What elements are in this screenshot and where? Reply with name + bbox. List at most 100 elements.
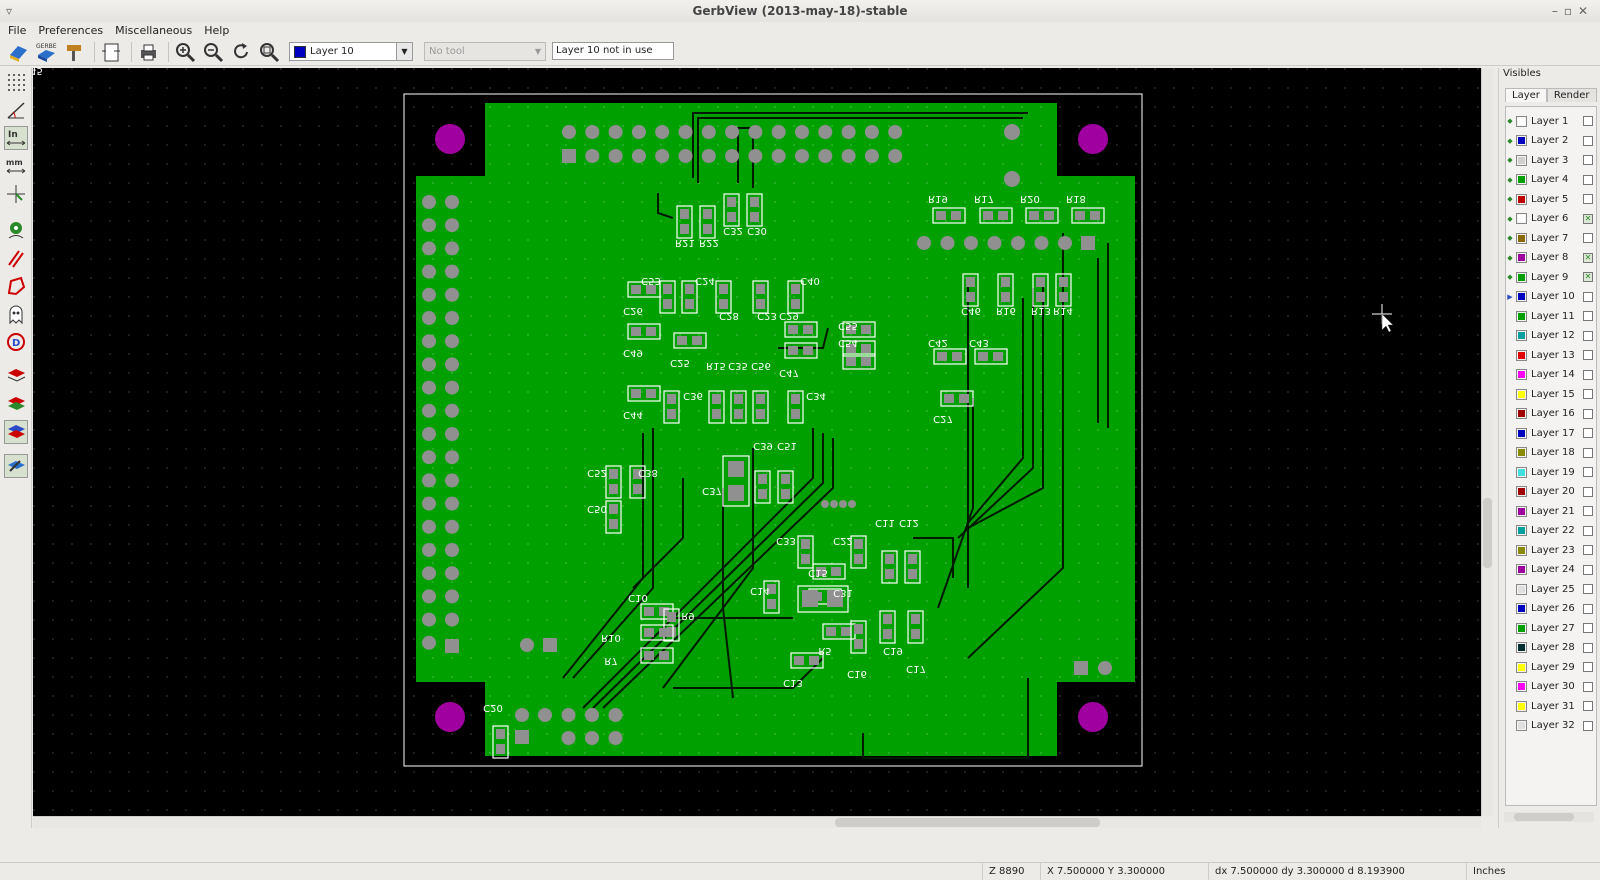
show-flashed-icon[interactable] — [4, 218, 28, 242]
layer-visibility-checkbox[interactable] — [1583, 135, 1593, 146]
layer-color-button[interactable] — [1516, 427, 1527, 439]
zoom-out-icon[interactable] — [201, 40, 225, 64]
layer-color-button[interactable] — [1516, 388, 1527, 400]
layer-visibility-checkbox[interactable] — [1583, 330, 1593, 341]
layer-color-button[interactable] — [1516, 271, 1527, 283]
layers-manager-icon[interactable] — [4, 454, 28, 478]
layer-color-button[interactable] — [1516, 544, 1527, 556]
layer-visibility-checkbox[interactable] — [1583, 174, 1593, 185]
layer-visibility-checkbox[interactable] — [1583, 233, 1593, 243]
scrollbar-thumb[interactable] — [1514, 813, 1574, 821]
cursor-shape-icon[interactable] — [4, 182, 28, 206]
layer-row[interactable]: Layer 21 — [1506, 501, 1598, 521]
redraw-icon[interactable] — [229, 40, 253, 64]
menu-help[interactable]: Help — [204, 24, 229, 37]
layer-visibility-checkbox[interactable] — [1583, 350, 1593, 360]
layer-visibility-checkbox[interactable] — [1583, 584, 1593, 594]
panel-horizontal-scrollbar[interactable] — [1504, 812, 1594, 822]
drawing-canvas[interactable]: R19 R17 R20 R18 R21 R22 C32 C30 C53 C24 C28 C40 C23 C… — [33, 68, 1481, 816]
window-controls[interactable]: –▫✕ — [1552, 0, 1594, 22]
polar-coords-icon[interactable] — [4, 98, 28, 122]
layer-visibility-checkbox[interactable] — [1583, 467, 1593, 477]
layer-mode-1-icon[interactable] — [4, 364, 28, 388]
layer-color-button[interactable] — [1516, 447, 1527, 458]
layer-color-button[interactable] — [1516, 486, 1527, 497]
layer-row[interactable]: Layer 13 — [1506, 345, 1598, 365]
zoom-fit-icon[interactable] — [257, 40, 281, 64]
layer-visibility-checkbox[interactable] — [1583, 623, 1593, 633]
menu-miscellaneous[interactable]: Miscellaneous — [115, 24, 192, 37]
layer-row[interactable]: ◆ Layer 1 — [1506, 111, 1598, 131]
layer-color-button[interactable] — [1516, 369, 1527, 380]
layer-visibility-checkbox[interactable] — [1583, 447, 1593, 458]
layer-row[interactable]: Layer 23 — [1506, 540, 1598, 560]
show-polygons-icon[interactable] — [4, 274, 28, 298]
layer-row[interactable]: Layer 31 — [1506, 696, 1598, 716]
layer-visibility-checkbox[interactable]: ✕ — [1583, 252, 1593, 263]
layer-color-button[interactable] — [1516, 349, 1527, 361]
zoom-in-icon[interactable] — [173, 40, 197, 64]
layer-row[interactable]: Layer 15 — [1506, 384, 1598, 404]
layer-color-button[interactable] — [1516, 466, 1527, 478]
canvas-vertical-scrollbar[interactable] — [1481, 68, 1493, 816]
layer-visibility-checkbox[interactable]: ✕ — [1583, 213, 1593, 224]
layer-color-button[interactable] — [1516, 252, 1527, 263]
units-inch-icon[interactable]: In — [4, 126, 28, 150]
menu-file[interactable]: File — [8, 24, 26, 37]
layer-visibility-checkbox[interactable] — [1583, 720, 1593, 731]
layer-visibility-checkbox[interactable] — [1583, 291, 1593, 302]
layer-visibility-checkbox[interactable] — [1583, 194, 1593, 204]
layer-color-button[interactable] — [1516, 700, 1527, 712]
layer-color-button[interactable] — [1516, 232, 1527, 244]
scrollbar-thumb[interactable] — [1483, 498, 1492, 568]
layer-visibility-checkbox[interactable] — [1583, 428, 1593, 438]
erase-all-icon[interactable] — [6, 40, 30, 64]
layer-row[interactable]: Layer 26 — [1506, 599, 1598, 619]
layer-row[interactable]: Layer 18 — [1506, 443, 1598, 463]
chevron-down-icon[interactable]: ▼ — [396, 43, 412, 60]
layer-visibility-checkbox[interactable] — [1583, 564, 1593, 575]
layer-visibility-checkbox[interactable] — [1583, 662, 1593, 672]
layer-row[interactable]: ◆ Layer 6 ✕ — [1506, 209, 1598, 229]
layer-row[interactable]: Layer 11 — [1506, 306, 1598, 326]
layer-visibility-checkbox[interactable] — [1583, 155, 1593, 165]
layer-color-button[interactable] — [1516, 642, 1527, 653]
layer-color-button[interactable] — [1516, 720, 1527, 731]
layer-visibility-checkbox[interactable] — [1583, 486, 1593, 497]
layer-color-button[interactable] — [1516, 174, 1527, 185]
layer-row[interactable]: Layer 19 — [1506, 462, 1598, 482]
layer-row[interactable]: Layer 12 — [1506, 326, 1598, 346]
layer-visibility-checkbox[interactable] — [1583, 408, 1593, 419]
menu-preferences[interactable]: Preferences — [38, 24, 103, 37]
layer-row[interactable]: Layer 32 — [1506, 716, 1598, 736]
page-settings-icon[interactable] — [99, 40, 123, 64]
layer-visibility-checkbox[interactable] — [1583, 506, 1593, 516]
layer-color-button[interactable] — [1516, 135, 1527, 146]
layer-row[interactable]: Layer 14 — [1506, 365, 1598, 385]
layer-mode-2-icon[interactable] — [4, 392, 28, 416]
layer-row[interactable]: Layer 17 — [1506, 423, 1598, 443]
layer-row[interactable]: ◆ Layer 4 — [1506, 170, 1598, 190]
layer-row[interactable]: Layer 22 — [1506, 521, 1598, 541]
layer-visibility-checkbox[interactable] — [1583, 603, 1593, 614]
layer-row[interactable]: Layer 20 — [1506, 482, 1598, 502]
layer-color-button[interactable] — [1516, 661, 1527, 673]
tab-layer[interactable]: Layer — [1505, 88, 1547, 102]
layer-color-button[interactable] — [1516, 681, 1527, 692]
layer-visibility-checkbox[interactable] — [1583, 389, 1593, 399]
layer-color-button[interactable] — [1516, 154, 1527, 166]
layer-color-button[interactable] — [1516, 583, 1527, 595]
layer-row[interactable]: ◆ Layer 8 ✕ — [1506, 248, 1598, 268]
layer-color-button[interactable] — [1516, 193, 1527, 205]
show-dcodes-icon[interactable]: D — [4, 330, 28, 354]
layer-color-button[interactable] — [1516, 564, 1527, 575]
scrollbar-thumb[interactable] — [835, 818, 1100, 827]
layer-color-button[interactable] — [1516, 291, 1527, 302]
show-negative-icon[interactable] — [4, 302, 28, 326]
layer-color-button[interactable] — [1516, 213, 1527, 224]
layer-visibility-checkbox[interactable] — [1583, 701, 1593, 711]
layer-visibility-checkbox[interactable] — [1583, 642, 1593, 653]
layer-row[interactable]: Layer 25 — [1506, 579, 1598, 599]
layer-visibility-checkbox[interactable] — [1583, 369, 1593, 380]
layer-row[interactable]: ◆ Layer 2 — [1506, 131, 1598, 151]
